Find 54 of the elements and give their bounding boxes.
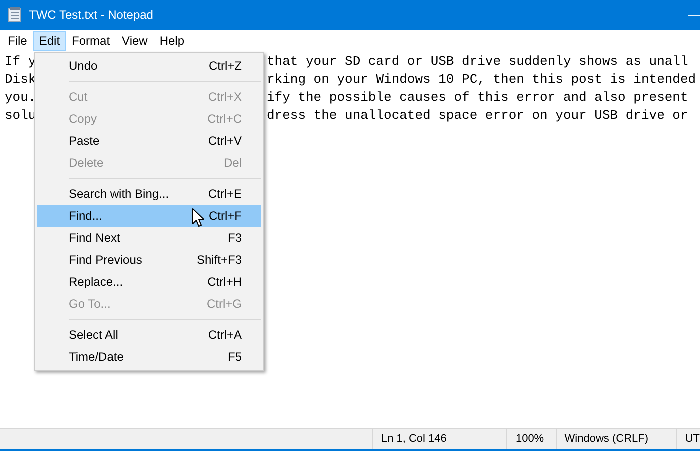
shortcut-label: Ctrl+V <box>208 133 242 150</box>
menu-option[interactable]: Replace... Ctrl+H <box>37 271 261 293</box>
menu-option-label: Find Next <box>69 230 120 247</box>
menu-option-label: Paste <box>69 133 100 150</box>
menu-option-label: Find... <box>69 208 102 225</box>
menu-option[interactable]: Undo Ctrl+Z <box>37 55 261 77</box>
menu-option[interactable]: Find Previous Shift+F3 <box>37 249 261 271</box>
menu-option-label: Time/Date <box>69 349 124 366</box>
menu-option[interactable]: Paste Ctrl+V <box>37 130 261 152</box>
shortcut-label: Ctrl+E <box>208 186 242 203</box>
menu-item[interactable]: Edit <box>33 31 66 51</box>
shortcut-label: F5 <box>228 349 242 366</box>
shortcut-label: Ctrl+F <box>209 208 242 225</box>
menu-option-label: Undo <box>69 58 98 75</box>
shortcut-label: Ctrl+X <box>208 89 242 106</box>
menu-option-label: Delete <box>69 155 104 172</box>
menu-option-label: Go To... <box>69 296 111 313</box>
minimize-button[interactable]: — <box>678 0 700 30</box>
shortcut-label: Del <box>224 155 242 172</box>
shortcut-label: Ctrl+Z <box>209 58 242 75</box>
menu-option-label: Replace... <box>69 274 124 291</box>
cursor-position: Ln 1, Col 146 <box>381 432 447 447</box>
text-line: dress the unallocated space error on your USB drive or <box>267 107 688 125</box>
menu-item[interactable]: File <box>2 31 34 51</box>
menu-option-label: Select All <box>69 327 118 344</box>
menu-item[interactable]: Help <box>154 31 191 51</box>
menu-option-label: Cut <box>69 89 88 106</box>
menu-option-label: Copy <box>69 111 98 128</box>
menu-option-label: Find Previous <box>69 252 142 269</box>
mouse-pointer-icon <box>192 208 205 228</box>
notepad-icon <box>8 7 22 23</box>
menu-option[interactable]: Find... Ctrl+F <box>37 205 261 227</box>
encoding: UT <box>685 432 700 447</box>
shortcut-label: Ctrl+G <box>206 296 242 313</box>
shortcut-label: F3 <box>228 230 242 247</box>
shortcut-label: Ctrl+H <box>208 274 242 291</box>
text-line: that your SD card or USB drive suddenly shows as unall <box>267 53 688 71</box>
shortcut-label: Ctrl+C <box>208 111 242 128</box>
shortcut-label: Ctrl+A <box>208 327 242 344</box>
text-line: you. <box>5 90 36 105</box>
menu-option[interactable]: Find Next F3 <box>37 227 261 249</box>
menu-option[interactable]: Select All Ctrl+A <box>37 324 261 346</box>
window-title: TWC Test.txt - Notepad <box>29 7 154 24</box>
zoom-level: 100% <box>516 432 544 447</box>
line-ending: Windows (CRLF) <box>564 432 649 447</box>
menu-option-label: Search with Bing... <box>69 186 170 203</box>
shortcut-label: Shift+F3 <box>196 252 242 269</box>
text-line: ify the possible causes of this error and also present <box>267 89 688 107</box>
menu-option[interactable]: Search with Bing... Ctrl+E <box>37 183 261 205</box>
text-line: rking on your Windows 10 PC, then this post is intended <box>267 71 696 89</box>
menu-option[interactable]: Time/Date F5 <box>37 346 261 368</box>
menu-item[interactable]: Format <box>66 31 116 51</box>
text-line: Disk <box>5 72 36 87</box>
menu-item[interactable]: View <box>116 31 154 51</box>
